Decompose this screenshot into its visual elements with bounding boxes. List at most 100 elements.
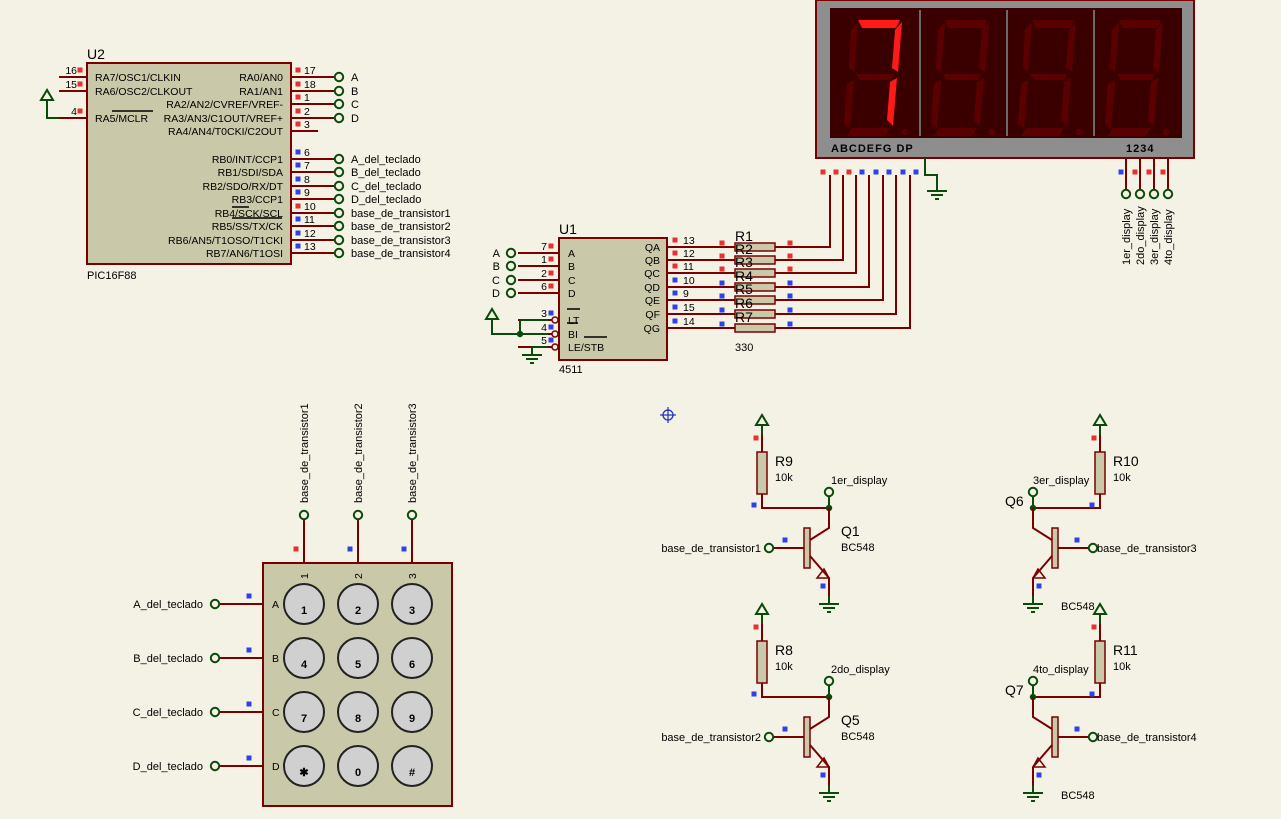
terminal-icon[interactable]: [333, 71, 345, 83]
terminal-icon[interactable]: [1120, 188, 1132, 200]
keypad-key[interactable]: 2: [337, 583, 379, 625]
terminal-icon[interactable]: [1027, 486, 1039, 498]
pin-marker: [295, 81, 301, 87]
resistor-reference: R10: [1113, 453, 1139, 469]
power-arrow: [754, 602, 770, 615]
keypad-key[interactable]: 3: [391, 583, 433, 625]
resistor-body[interactable]: [734, 323, 776, 333]
terminal-icon[interactable]: [333, 234, 345, 246]
net-label: C_del_teclado: [133, 707, 203, 719]
terminal-icon[interactable]: [333, 180, 345, 192]
keypad-key[interactable]: #: [391, 745, 433, 787]
keypad-key[interactable]: 9: [391, 691, 433, 733]
keypad-key[interactable]: 0: [337, 745, 379, 787]
terminal-icon[interactable]: [1027, 675, 1039, 687]
keypad-key[interactable]: 8: [337, 691, 379, 733]
terminal-icon[interactable]: [209, 598, 221, 610]
pin-marker: [77, 81, 83, 87]
terminal-icon[interactable]: [333, 247, 345, 259]
terminal-icon[interactable]: [333, 220, 345, 232]
terminal-icon[interactable]: [505, 260, 517, 272]
transistor-base-bar[interactable]: [803, 716, 811, 758]
terminal-icon[interactable]: [1162, 188, 1174, 200]
terminal-icon[interactable]: [333, 98, 345, 110]
terminal-icon[interactable]: [333, 85, 345, 97]
terminal-icon[interactable]: [333, 166, 345, 178]
pin-marker: [900, 169, 906, 175]
column-number: 2: [353, 573, 365, 579]
terminal-icon[interactable]: [505, 274, 517, 286]
resistor-body[interactable]: [1094, 640, 1106, 684]
decoder-4511-ic: U1 4511 7 A A 1 B B 2 C C 6 D D 3 LT 4 BI 5 LE/STB 13 QA 12 QB 1…: [484, 221, 735, 376]
terminal-icon[interactable]: [333, 207, 345, 219]
terminal-icon[interactable]: [209, 652, 221, 664]
terminal-icon[interactable]: [1134, 188, 1146, 200]
terminal-icon[interactable]: [505, 247, 517, 259]
net-label: base_de_transistor3: [351, 235, 451, 247]
transistor-base-bar[interactable]: [803, 527, 811, 569]
keypad-key[interactable]: 4: [283, 637, 325, 679]
common-pin: 4to_display: [1160, 158, 1175, 265]
keypad-key[interactable]: 1: [283, 583, 325, 625]
wire: [761, 494, 829, 509]
terminal-icon[interactable]: [823, 675, 835, 687]
key-label: 2: [355, 605, 361, 617]
terminal-icon[interactable]: [1087, 731, 1099, 743]
key-cap[interactable]: [391, 745, 433, 787]
resistor-body[interactable]: [756, 640, 768, 684]
pin-marker: [1118, 169, 1124, 175]
keypad: 1 base_de_transistor1 2 base_de_transistor2…: [133, 403, 453, 807]
keypad-key[interactable]: ✱: [283, 745, 325, 787]
terminal-icon[interactable]: [209, 760, 221, 772]
segment-wire: [775, 175, 831, 248]
terminal-icon[interactable]: [823, 486, 835, 498]
inversion-bubble: [551, 316, 559, 324]
resistor-value: 10k: [775, 661, 793, 673]
pin-marker: [347, 546, 353, 552]
pin-marker: [873, 169, 879, 175]
resistor-body[interactable]: [756, 451, 768, 495]
pin-marker: [295, 176, 301, 182]
terminal-icon[interactable]: [333, 112, 345, 124]
segment-a: [945, 20, 987, 28]
key-cap[interactable]: [283, 745, 325, 787]
resistor-body[interactable]: [1094, 451, 1106, 495]
collector-lead: [809, 508, 830, 541]
key-cap[interactable]: [337, 745, 379, 787]
terminal-icon[interactable]: [406, 509, 418, 521]
terminal-icon[interactable]: [298, 509, 310, 521]
key-cap[interactable]: [391, 691, 433, 733]
net-label: 3er_display: [1149, 208, 1161, 265]
terminal-icon[interactable]: [1148, 188, 1160, 200]
net-label: A_del_teclado: [351, 154, 421, 166]
pin-number: 1: [304, 92, 310, 104]
key-cap[interactable]: [337, 637, 379, 679]
keypad-key[interactable]: 6: [391, 637, 433, 679]
key-cap[interactable]: [283, 691, 325, 733]
key-cap[interactable]: [283, 637, 325, 679]
pin-name: QB: [645, 255, 660, 267]
keypad-key[interactable]: 7: [283, 691, 325, 733]
terminal-icon[interactable]: [505, 287, 517, 299]
terminal-icon[interactable]: [209, 706, 221, 718]
terminal-icon[interactable]: [333, 193, 345, 205]
key-cap[interactable]: [283, 583, 325, 625]
keypad-key[interactable]: 5: [337, 637, 379, 679]
key-cap[interactable]: [337, 583, 379, 625]
key-cap[interactable]: [337, 691, 379, 733]
terminal-icon[interactable]: [763, 731, 775, 743]
collector-lead: [809, 697, 830, 730]
transistor-base-bar[interactable]: [1051, 716, 1059, 758]
common-pin-labels: 1234: [1126, 143, 1154, 155]
transistor-base-bar[interactable]: [1051, 527, 1059, 569]
segment-dp: [1075, 128, 1083, 136]
terminal-icon[interactable]: [1087, 542, 1099, 554]
pin-name: QA: [645, 242, 660, 254]
pin-number: 4: [71, 106, 77, 118]
terminal-icon[interactable]: [333, 153, 345, 165]
key-cap[interactable]: [391, 583, 433, 625]
key-label: 4: [301, 659, 308, 671]
terminal-icon[interactable]: [352, 509, 364, 521]
key-cap[interactable]: [391, 637, 433, 679]
terminal-icon[interactable]: [763, 542, 775, 554]
